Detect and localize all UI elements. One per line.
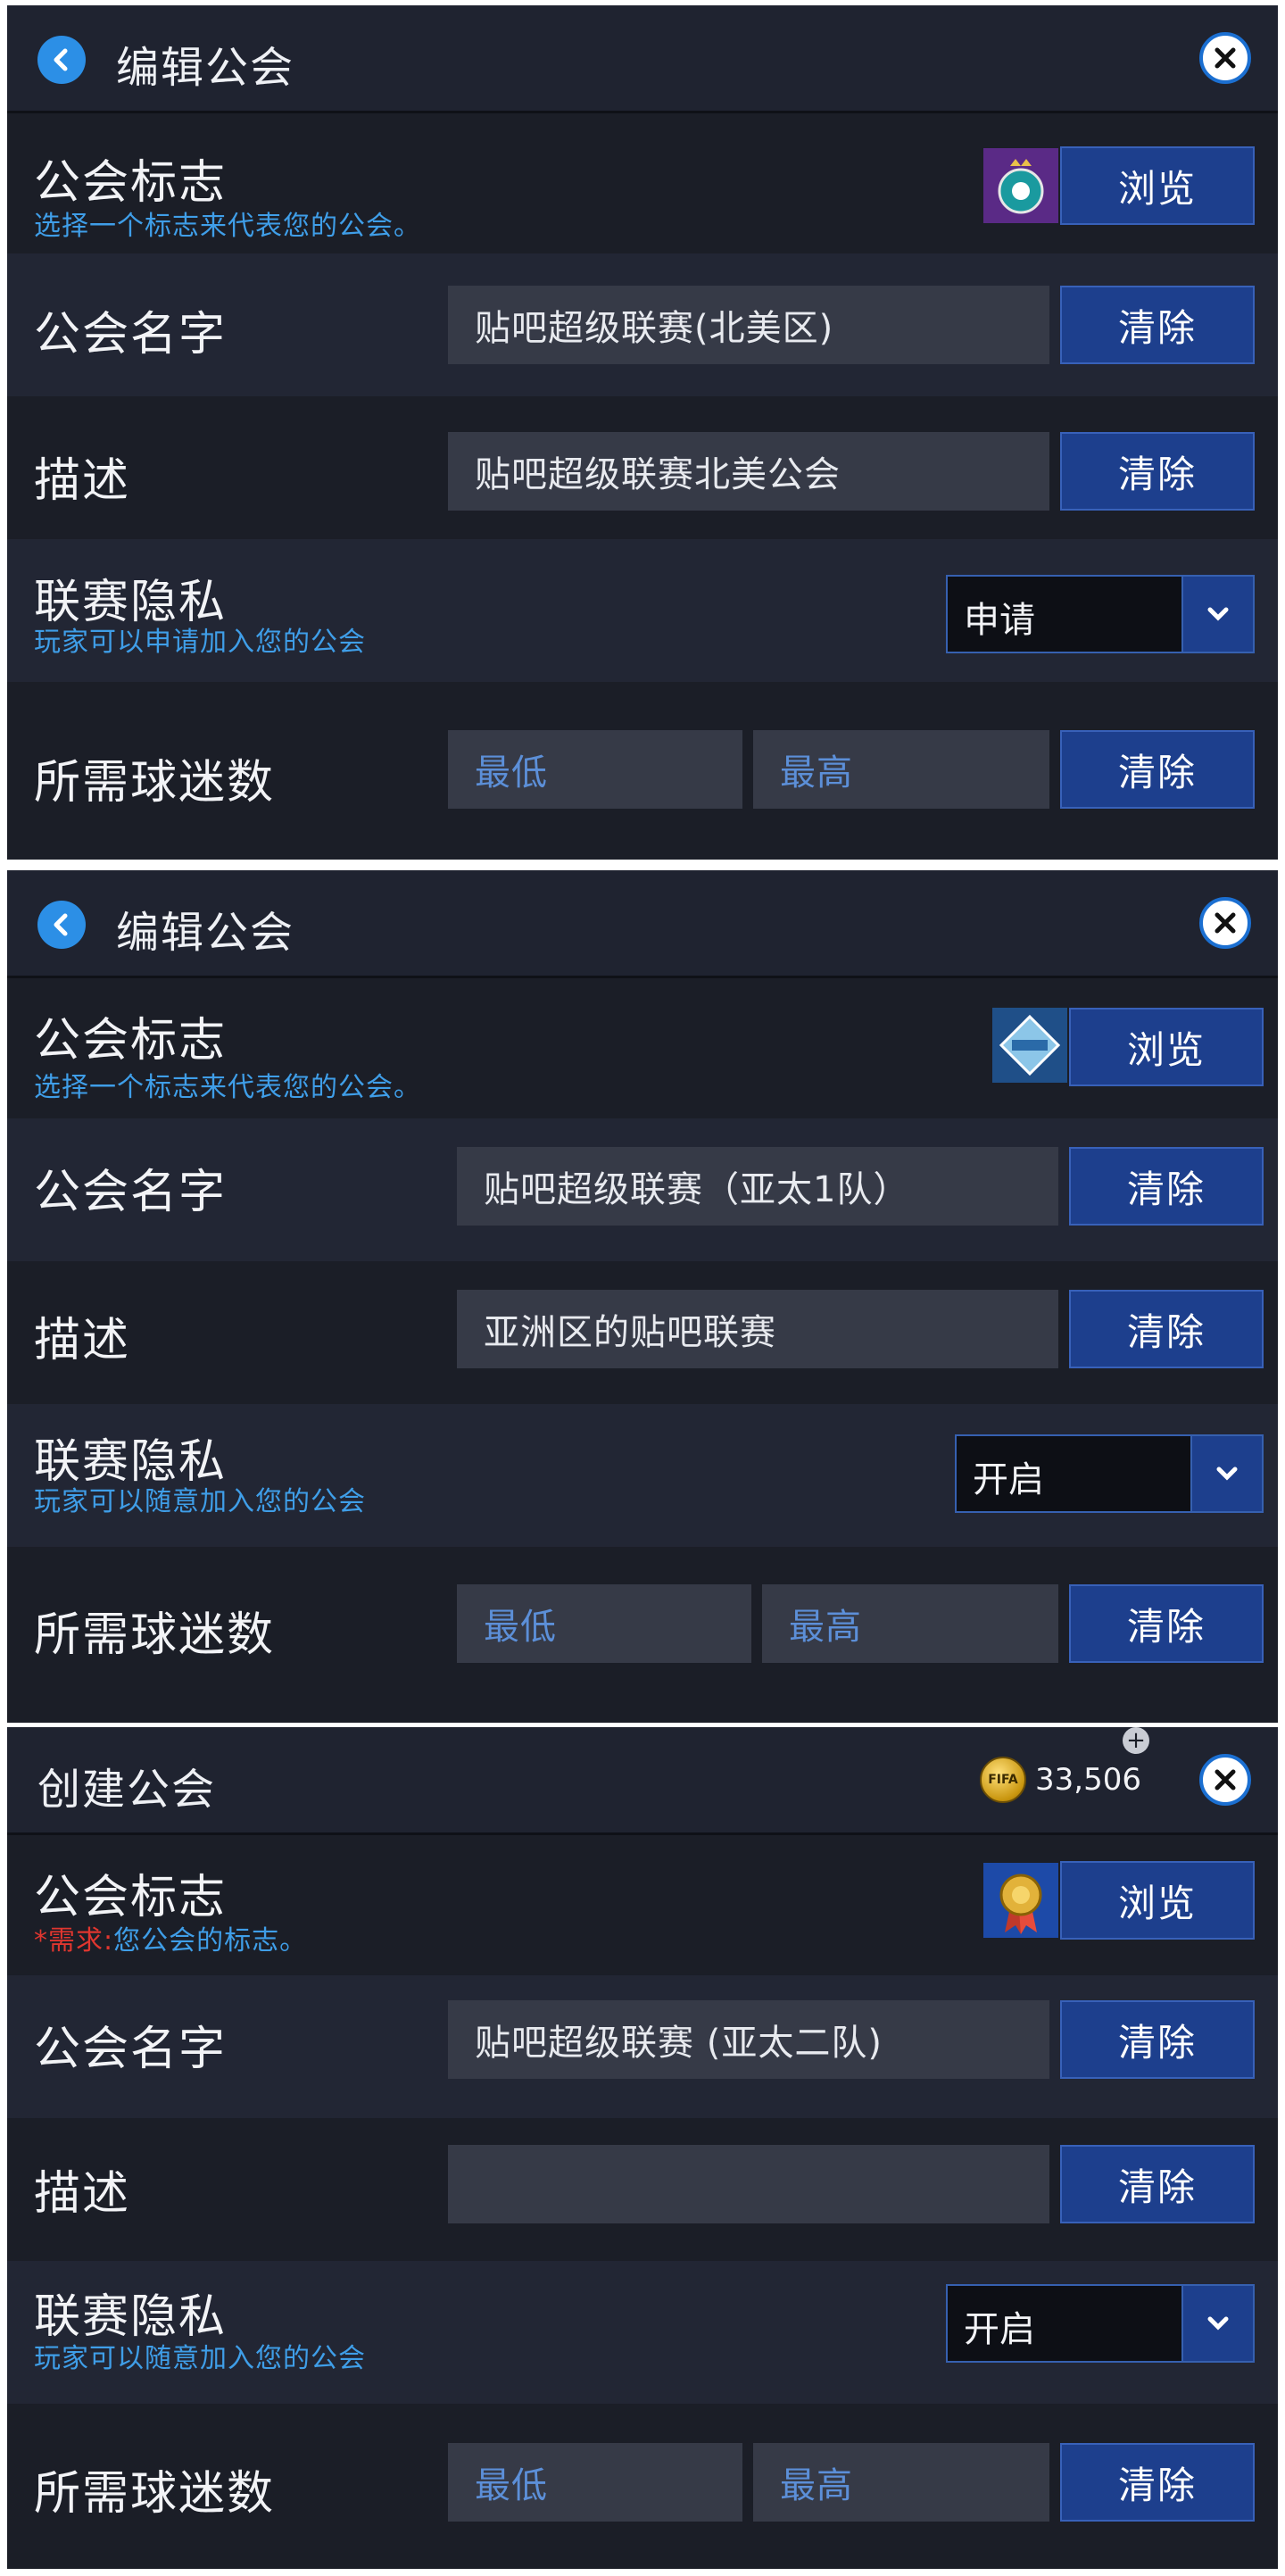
club-name-field[interactable]: 贴吧超级联赛（亚太1队） xyxy=(457,1147,1058,1226)
panel-header: 编辑公会 xyxy=(7,5,1278,113)
privacy-select-value: 开启 xyxy=(964,2309,1035,2350)
back-button[interactable] xyxy=(37,901,86,949)
fans-label: 所需球迷数 xyxy=(34,1608,276,1662)
description-row: 描述 亚洲区的贴吧联赛 清除 xyxy=(7,1261,1278,1404)
club-name-field[interactable]: 贴吧超级联赛(北美区) xyxy=(448,286,1049,364)
fans-max-field[interactable]: 最高 xyxy=(762,1584,1058,1663)
close-icon xyxy=(1215,912,1236,934)
club-emblem-icon xyxy=(983,148,1058,223)
privacy-row: 联赛隐私 玩家可以申请加入您的公会 申请 xyxy=(7,539,1278,682)
fans-row: 所需球迷数 最低 最高 清除 xyxy=(7,682,1278,825)
club-name-label: 公会名字 xyxy=(34,308,228,361)
clear-name-button[interactable]: 清除 xyxy=(1060,2000,1255,2079)
privacy-hint: 玩家可以申请加入您的公会 xyxy=(34,627,366,658)
back-arrow-icon xyxy=(54,913,68,936)
logo-row: 公会标志 选择一个标志来代表您的公会。 浏览 xyxy=(7,111,1278,253)
plus-icon[interactable]: + xyxy=(1123,1727,1149,1754)
fans-min-field[interactable]: 最低 xyxy=(457,1584,751,1663)
clear-description-button[interactable]: 清除 xyxy=(1060,432,1255,511)
fans-max-field[interactable]: 最高 xyxy=(753,2443,1049,2522)
privacy-row: 联赛隐私 玩家可以随意加入您的公会 开启 xyxy=(7,1404,1278,1547)
close-icon xyxy=(1215,1769,1236,1791)
fans-min-field[interactable]: 最低 xyxy=(448,2443,742,2522)
browse-button[interactable]: 浏览 xyxy=(1060,1861,1255,1940)
clear-description-button[interactable]: 清除 xyxy=(1060,2145,1255,2223)
page-title: 编辑公会 xyxy=(116,908,295,958)
privacy-hint: 玩家可以随意加入您的公会 xyxy=(34,1486,366,1517)
description-label: 描述 xyxy=(34,2167,131,2221)
chevron-down-icon[interactable] xyxy=(1181,2286,1253,2361)
description-row: 描述 贴吧超级联赛北美公会 清除 xyxy=(7,396,1278,539)
description-label: 描述 xyxy=(34,1314,131,1367)
privacy-select[interactable]: 开启 xyxy=(955,1434,1264,1513)
chevron-down-icon[interactable] xyxy=(1190,1436,1262,1511)
back-button[interactable] xyxy=(37,36,86,84)
clear-fans-button[interactable]: 清除 xyxy=(1069,1584,1264,1663)
required-marker: *需求: xyxy=(34,1925,114,1957)
page-title: 编辑公会 xyxy=(116,43,295,93)
close-button[interactable] xyxy=(1199,32,1251,84)
page-title: 创建公会 xyxy=(37,1765,217,1815)
privacy-hint: 玩家可以随意加入您的公会 xyxy=(34,2343,366,2374)
fans-label: 所需球迷数 xyxy=(34,2467,276,2521)
privacy-row: 联赛隐私 玩家可以随意加入您的公会 开启 xyxy=(7,2261,1278,2404)
logo-hint-text: 您公会的标志。 xyxy=(113,1925,308,1957)
clear-name-button[interactable]: 清除 xyxy=(1069,1147,1264,1226)
privacy-select-value: 开启 xyxy=(973,1459,1044,1500)
coin-balance-value: 33,506 xyxy=(1035,1762,1141,1798)
fifa-coin-icon: FIFA xyxy=(980,1757,1026,1803)
description-field[interactable]: 亚洲区的贴吧联赛 xyxy=(457,1290,1058,1368)
close-icon xyxy=(1215,47,1236,69)
logo-hint: 选择一个标志来代表您的公会。 xyxy=(34,1072,421,1103)
description-row: 描述 清除 xyxy=(7,2118,1278,2261)
privacy-select-value: 申请 xyxy=(964,600,1035,641)
club-name-field[interactable]: 贴吧超级联赛 (亚太二队) xyxy=(448,2000,1049,2079)
fans-min-field[interactable]: 最低 xyxy=(448,730,742,809)
clear-name-button[interactable]: 清除 xyxy=(1060,286,1255,364)
privacy-select[interactable]: 申请 xyxy=(946,575,1255,653)
panel-header: 编辑公会 xyxy=(7,870,1278,978)
edit-club-panel-2: 编辑公会 公会标志 选择一个标志来代表您的公会。 浏览 公会名字 贴吧超级联赛（… xyxy=(7,870,1278,1723)
club-name-row: 公会名字 贴吧超级联赛(北美区) 清除 xyxy=(7,253,1278,396)
fans-max-field[interactable]: 最高 xyxy=(753,730,1049,809)
back-arrow-icon xyxy=(54,48,68,71)
club-name-label: 公会名字 xyxy=(34,1166,228,1219)
coin-balance: FIFA 33,506 xyxy=(980,1754,1141,1806)
close-button[interactable] xyxy=(1199,1754,1251,1806)
clear-description-button[interactable]: 清除 xyxy=(1069,1290,1264,1368)
logo-hint: 选择一个标志来代表您的公会。 xyxy=(34,211,421,242)
club-name-row: 公会名字 贴吧超级联赛 (亚太二队) 清除 xyxy=(7,1975,1278,2118)
club-name-row: 公会名字 贴吧超级联赛（亚太1队） 清除 xyxy=(7,1118,1278,1261)
fans-label: 所需球迷数 xyxy=(34,756,276,810)
description-label: 描述 xyxy=(34,454,131,508)
description-field[interactable]: 贴吧超级联赛北美公会 xyxy=(448,432,1049,511)
browse-button[interactable]: 浏览 xyxy=(1069,1008,1264,1086)
logo-row: 公会标志 *需求:您公会的标志。 浏览 xyxy=(7,1832,1278,1975)
panel-header: 创建公会 + FIFA 33,506 xyxy=(7,1727,1278,1835)
club-name-label: 公会名字 xyxy=(34,2023,228,2076)
logo-label: 公会标志 xyxy=(34,1871,228,1924)
logo-row: 公会标志 选择一个标志来代表您的公会。 浏览 xyxy=(7,976,1278,1118)
browse-button[interactable]: 浏览 xyxy=(1060,146,1255,225)
club-emblem-icon xyxy=(983,1863,1058,1938)
club-emblem-icon xyxy=(992,1008,1067,1083)
fans-row: 所需球迷数 最低 最高 清除 xyxy=(7,1547,1278,1690)
chevron-down-icon[interactable] xyxy=(1181,577,1253,652)
logo-label: 公会标志 xyxy=(34,1014,228,1068)
edit-club-panel-1: 编辑公会 公会标志 选择一个标志来代表您的公会。 浏览 公会名字 贴吧超级联赛(… xyxy=(7,5,1278,860)
logo-hint: *需求:您公会的标志。 xyxy=(34,1918,307,1957)
fans-row: 所需球迷数 最低 最高 清除 xyxy=(7,2404,1278,2547)
logo-label: 公会标志 xyxy=(34,156,228,210)
create-club-panel: 创建公会 + FIFA 33,506 公会标志 *需求:您公会的标志。 浏览 公… xyxy=(7,1727,1278,2569)
clear-fans-button[interactable]: 清除 xyxy=(1060,730,1255,809)
clear-fans-button[interactable]: 清除 xyxy=(1060,2443,1255,2522)
description-field[interactable] xyxy=(448,2145,1049,2223)
privacy-select[interactable]: 开启 xyxy=(946,2284,1255,2363)
close-button[interactable] xyxy=(1199,897,1251,949)
